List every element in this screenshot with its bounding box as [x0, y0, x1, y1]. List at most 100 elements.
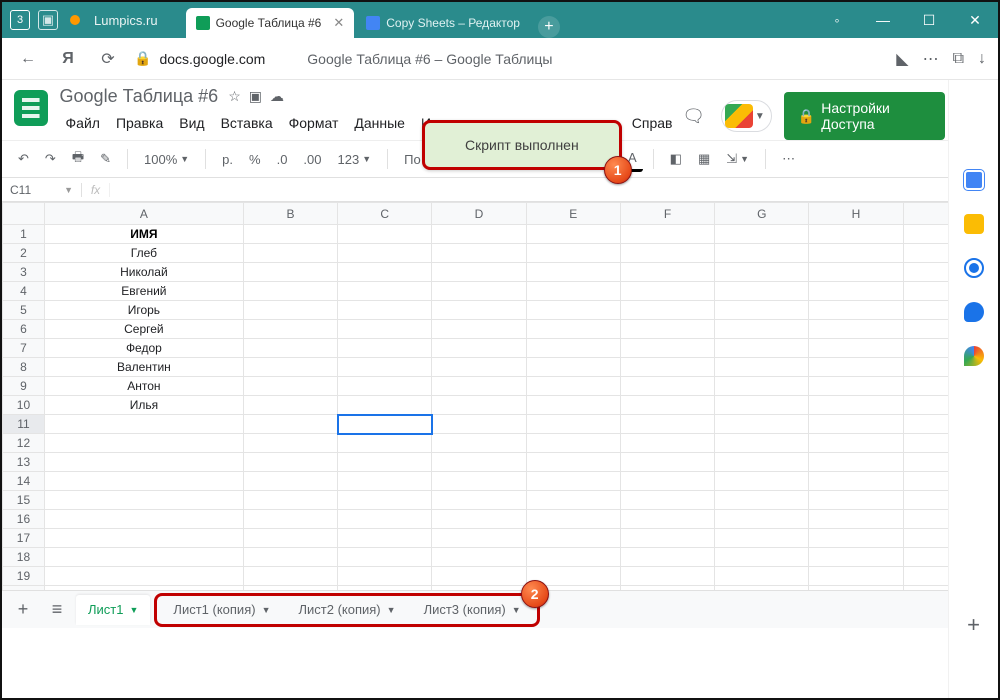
- cell[interactable]: [338, 320, 432, 339]
- cell[interactable]: [620, 567, 714, 586]
- row-header[interactable]: 18: [3, 548, 45, 567]
- url-display[interactable]: 🔒 docs.google.com: [134, 50, 265, 67]
- row-header[interactable]: 19: [3, 567, 45, 586]
- currency-button[interactable]: р.: [216, 148, 239, 171]
- cell[interactable]: [526, 472, 620, 491]
- row-header[interactable]: 14: [3, 472, 45, 491]
- col-header[interactable]: G: [715, 203, 809, 225]
- cell[interactable]: Федор: [44, 339, 243, 358]
- cell[interactable]: [432, 339, 526, 358]
- all-sheets-button[interactable]: ≡: [42, 595, 72, 625]
- cell[interactable]: [243, 472, 337, 491]
- more-tools-button[interactable]: ⋯: [776, 147, 801, 171]
- menu-insert[interactable]: Вставка: [215, 111, 279, 135]
- row-header[interactable]: 12: [3, 434, 45, 453]
- cell[interactable]: [44, 529, 243, 548]
- cell[interactable]: [338, 301, 432, 320]
- reload-button[interactable]: ⟳: [94, 45, 122, 73]
- cell[interactable]: [620, 301, 714, 320]
- redo-button[interactable]: ↷: [39, 147, 62, 171]
- sidebar-toggle-icon[interactable]: ▣: [38, 10, 58, 30]
- cell[interactable]: Валентин: [44, 358, 243, 377]
- row-header[interactable]: 10: [3, 396, 45, 415]
- cell[interactable]: [338, 548, 432, 567]
- cell[interactable]: Илья: [44, 396, 243, 415]
- row-header[interactable]: 16: [3, 510, 45, 529]
- cell[interactable]: [809, 263, 903, 282]
- cell[interactable]: [44, 472, 243, 491]
- cell[interactable]: [715, 434, 809, 453]
- row-header[interactable]: 17: [3, 529, 45, 548]
- menu-view[interactable]: Вид: [173, 111, 210, 135]
- meet-button[interactable]: ▼: [721, 100, 772, 132]
- row-header[interactable]: 4: [3, 282, 45, 301]
- cell[interactable]: [620, 491, 714, 510]
- cell[interactable]: [526, 244, 620, 263]
- cell[interactable]: [715, 491, 809, 510]
- cell[interactable]: [526, 282, 620, 301]
- cell[interactable]: [809, 415, 903, 434]
- cell[interactable]: [243, 377, 337, 396]
- sheet-tab[interactable]: Лист1 (копия) ▼: [161, 595, 282, 625]
- cell[interactable]: [432, 358, 526, 377]
- row-header[interactable]: 13: [3, 453, 45, 472]
- window-minimize[interactable]: —: [860, 2, 906, 38]
- site-label[interactable]: Lumpics.ru: [94, 13, 158, 28]
- cell[interactable]: [526, 434, 620, 453]
- cell[interactable]: [338, 377, 432, 396]
- new-tab-button[interactable]: +: [538, 16, 560, 38]
- cell[interactable]: [243, 529, 337, 548]
- more-icon[interactable]: ⋯: [923, 49, 939, 69]
- cell[interactable]: [243, 434, 337, 453]
- number-format-select[interactable]: 123▼: [332, 148, 378, 171]
- cell[interactable]: [715, 396, 809, 415]
- cell[interactable]: Сергей: [44, 320, 243, 339]
- back-button[interactable]: ←: [14, 45, 42, 73]
- cell[interactable]: [338, 244, 432, 263]
- sheet-tab[interactable]: Лист3 (копия) ▼: [412, 595, 533, 625]
- increase-decimal-button[interactable]: .00: [297, 148, 327, 171]
- sheets-logo-icon[interactable]: [14, 90, 48, 126]
- cell[interactable]: [243, 567, 337, 586]
- cell[interactable]: [338, 529, 432, 548]
- col-header[interactable]: C: [338, 203, 432, 225]
- cell[interactable]: Николай: [44, 263, 243, 282]
- row-header[interactable]: 7: [3, 339, 45, 358]
- cell[interactable]: [526, 320, 620, 339]
- fill-color-button[interactable]: ◧: [664, 147, 688, 171]
- cell[interactable]: [432, 510, 526, 529]
- cell[interactable]: [432, 396, 526, 415]
- cell[interactable]: [526, 225, 620, 244]
- cell[interactable]: [809, 244, 903, 263]
- cell[interactable]: [338, 567, 432, 586]
- percent-button[interactable]: %: [243, 148, 267, 171]
- cell[interactable]: [432, 377, 526, 396]
- cell[interactable]: [432, 453, 526, 472]
- downloads-icon[interactable]: ↓: [978, 50, 986, 68]
- menu-edit[interactable]: Правка: [110, 111, 169, 135]
- decrease-decimal-button[interactable]: .0: [271, 148, 294, 171]
- comments-icon[interactable]: 🗨: [678, 99, 708, 133]
- cell[interactable]: [526, 263, 620, 282]
- cell[interactable]: [432, 301, 526, 320]
- cell[interactable]: [809, 434, 903, 453]
- cell[interactable]: [715, 320, 809, 339]
- cell[interactable]: [432, 282, 526, 301]
- cell[interactable]: [715, 529, 809, 548]
- cell[interactable]: [338, 358, 432, 377]
- cell[interactable]: [809, 491, 903, 510]
- cell[interactable]: [715, 415, 809, 434]
- cell[interactable]: [338, 491, 432, 510]
- cell[interactable]: [715, 225, 809, 244]
- col-header[interactable]: D: [432, 203, 526, 225]
- cell[interactable]: [243, 320, 337, 339]
- sheet-tab[interactable]: Лист2 (копия) ▼: [286, 595, 407, 625]
- cell[interactable]: [526, 358, 620, 377]
- star-icon[interactable]: ☆: [228, 88, 241, 105]
- row-header[interactable]: 6: [3, 320, 45, 339]
- cell[interactable]: [243, 510, 337, 529]
- print-button[interactable]: 🖶: [66, 144, 90, 174]
- calendar-icon[interactable]: [964, 170, 984, 190]
- document-title[interactable]: Google Таблица #6: [60, 86, 219, 107]
- cell[interactable]: [620, 320, 714, 339]
